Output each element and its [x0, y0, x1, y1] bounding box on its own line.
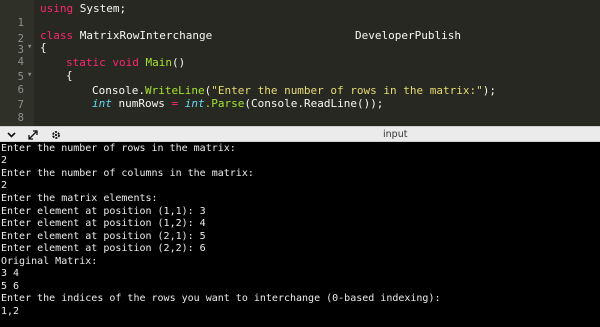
- code-text: System;: [73, 2, 127, 15]
- output-line: Enter the indices of the rows you want t…: [1, 293, 441, 304]
- output-line: Enter element at position (2,1): 5: [1, 231, 206, 242]
- output-line: Enter the number of rows in the matrix:: [1, 143, 236, 154]
- fold-icon[interactable]: ▾: [27, 68, 32, 83]
- console-output[interactable]: Enter the number of rows in the matrix: …: [0, 142, 600, 327]
- output-line: 5 6: [1, 281, 20, 292]
- type-keyword: int: [92, 97, 112, 110]
- output-line: 2: [1, 180, 8, 191]
- console-toolbar: input: [0, 126, 600, 142]
- output-line: Enter the number of columns in the matri…: [1, 168, 254, 179]
- output-line: 1,2: [1, 306, 20, 317]
- code-line-4: 4 ▾ {: [0, 40, 600, 68]
- output-line: Enter element at position (1,1): 3: [1, 206, 206, 217]
- code-text: numRows: [111, 97, 172, 110]
- chevron-down-icon[interactable]: [5, 128, 18, 141]
- fold-icon[interactable]: ▾: [27, 40, 32, 55]
- expand-icon[interactable]: [26, 128, 39, 141]
- method-name: .Parse: [204, 97, 245, 110]
- output-line: Enter element at position (1,2): 4: [1, 218, 206, 229]
- console-input-label: input: [383, 129, 408, 140]
- output-line: Enter the matrix elements:: [1, 193, 158, 204]
- code-line-9: 9: [0, 111, 600, 126]
- output-line: 2: [1, 155, 8, 166]
- code-line-8: 8 int numRows = int.Parse(Console.ReadLi…: [0, 96, 600, 124]
- code-line-1: 1 using System;: [0, 1, 600, 29]
- code-text: {: [40, 41, 47, 54]
- type-keyword: int: [178, 97, 205, 110]
- code-text: {: [66, 69, 73, 82]
- output-line: Enter element at position (2,2): 6: [1, 243, 206, 254]
- code-editor[interactable]: 1 using System; 2 3 class MatrixRowInter…: [0, 0, 600, 126]
- code-text: (Console.ReadLine());: [244, 97, 384, 110]
- code-line-6: 6 ▾ {: [0, 68, 600, 96]
- output-line: 3 4: [1, 268, 20, 279]
- settings-icon[interactable]: [49, 128, 62, 141]
- output-line: Original Matrix:: [1, 256, 98, 267]
- keyword: using: [40, 2, 74, 15]
